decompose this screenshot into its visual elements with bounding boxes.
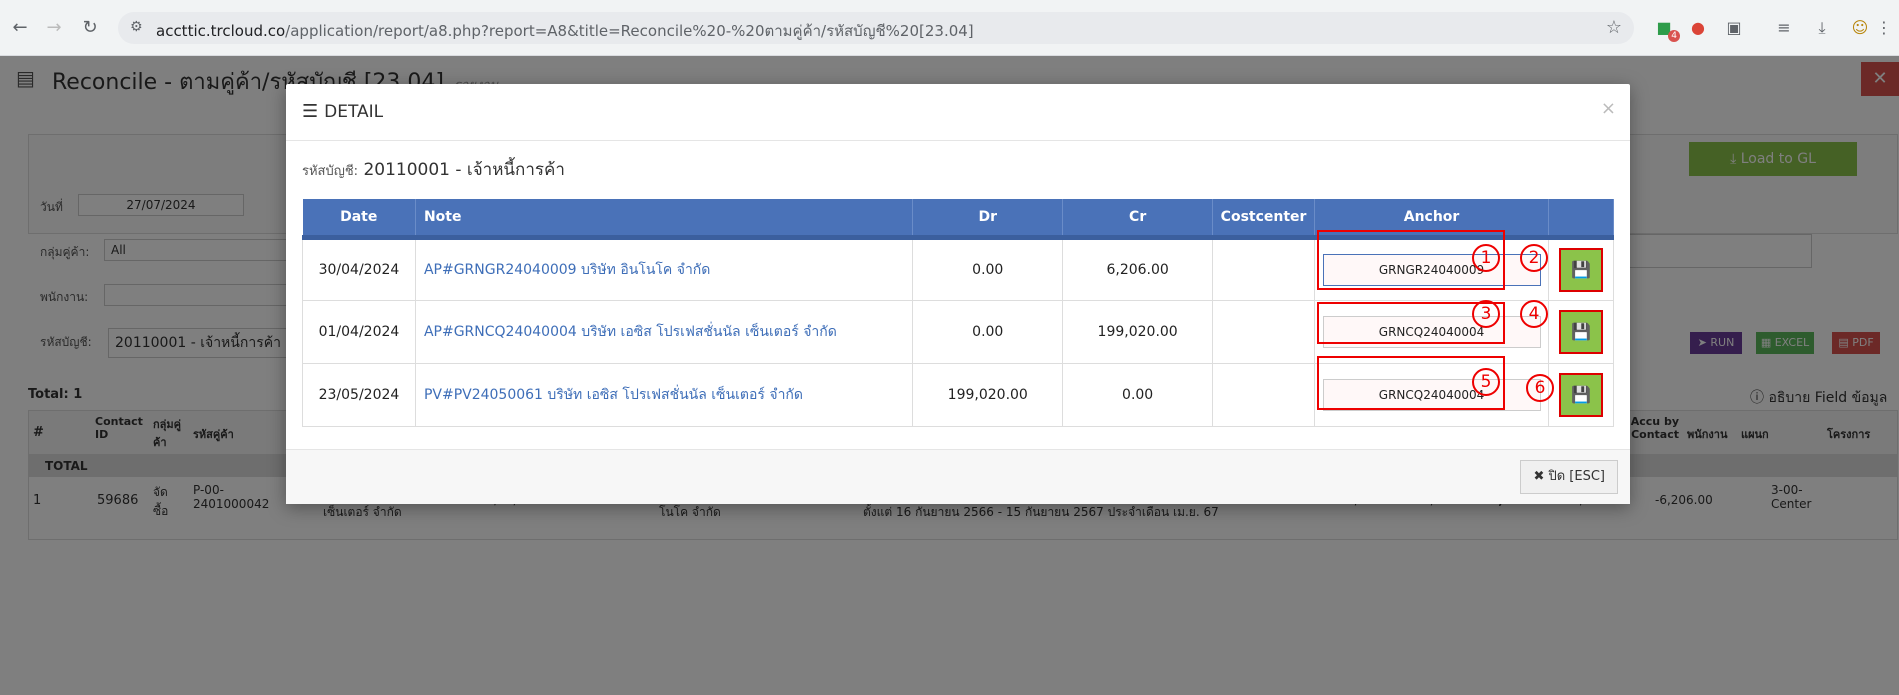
row-dr: 0.00 xyxy=(912,236,1064,301)
row-anchor-cell xyxy=(1314,299,1550,364)
floppy-save-icon: 💾 xyxy=(1571,321,1591,341)
modal-title: ☰ DETAIL xyxy=(302,101,383,122)
row-anchor-cell xyxy=(1314,362,1550,427)
row-costcenter xyxy=(1212,362,1316,427)
close-modal-label: ปิด [ESC] xyxy=(1548,469,1605,484)
profile-avatar-icon[interactable]: ☺ xyxy=(1848,16,1872,40)
url-text: accttic.trcloud.co/application/report/a8… xyxy=(156,19,974,43)
menu-kebab-icon[interactable]: ⋮ xyxy=(1872,16,1896,40)
floppy-save-icon: 💾 xyxy=(1571,259,1591,279)
extension-badge: 4 xyxy=(1668,30,1680,42)
forward-icon[interactable]: → xyxy=(42,16,66,40)
row-cr: 6,206.00 xyxy=(1062,236,1214,301)
col-anchor: Anchor xyxy=(1314,199,1550,240)
callout-6: 6 xyxy=(1526,374,1554,402)
callout-1: 1 xyxy=(1472,244,1500,272)
anchor-input[interactable] xyxy=(1322,378,1541,411)
account-line: รหัสบัญชี: 20110001 - เจ้าหนี้การค้า xyxy=(302,156,565,183)
modal-title-text: DETAIL xyxy=(324,102,384,122)
row-date: 23/05/2024 xyxy=(302,362,416,427)
detail-table-header: Date Note Dr Cr Costcenter Anchor xyxy=(302,199,1614,240)
row-cr: 199,020.00 xyxy=(1062,299,1214,364)
url-host: accttic.trcloud.co xyxy=(156,22,286,40)
callout-4: 4 xyxy=(1520,300,1548,328)
table-row: 01/04/2024 AP#GRNCQ24040004 บริษัท เอซิส… xyxy=(302,299,1614,364)
row-save-cell: 💾 xyxy=(1548,362,1614,427)
close-modal-button[interactable]: ✖ ปิด [ESC] xyxy=(1520,460,1618,494)
extension-icon[interactable]: ■ 4 xyxy=(1652,16,1680,42)
puzzle-extensions-icon[interactable]: ▣ xyxy=(1722,16,1746,40)
account-line-label: รหัสบัญชี: xyxy=(302,164,359,179)
browser-toolbar: ← → ↻ ⚙ accttic.trcloud.co/application/r… xyxy=(0,0,1899,56)
url-path: /application/report/a8.php?report=A8&tit… xyxy=(285,22,974,40)
row-cr: 0.00 xyxy=(1062,362,1214,427)
detail-modal: ☰ DETAIL × รหัสบัญชี: 20110001 - เจ้าหนี้… xyxy=(286,84,1630,504)
bookmark-star-icon[interactable]: ☆ xyxy=(1606,17,1622,38)
row-dr: 0.00 xyxy=(912,299,1064,364)
row-costcenter xyxy=(1212,299,1316,364)
anchor-input[interactable] xyxy=(1322,315,1541,348)
row-date: 01/04/2024 xyxy=(302,299,416,364)
back-icon[interactable]: ← xyxy=(8,16,32,40)
col-cr: Cr xyxy=(1062,199,1214,240)
reload-icon[interactable]: ↻ xyxy=(78,16,102,40)
close-icon[interactable]: × xyxy=(1601,98,1616,119)
row-save-cell: 💾 xyxy=(1548,299,1614,364)
save-button[interactable]: 💾 xyxy=(1559,247,1603,292)
save-button[interactable]: 💾 xyxy=(1559,309,1603,354)
col-dr: Dr xyxy=(912,199,1064,240)
row-date: 30/04/2024 xyxy=(302,236,416,301)
save-button[interactable]: 💾 xyxy=(1559,372,1603,417)
col-note: Note xyxy=(415,199,914,240)
callout-3: 3 xyxy=(1472,300,1500,328)
callout-5: 5 xyxy=(1472,368,1500,396)
account-line-value: 20110001 - เจ้าหนี้การค้า xyxy=(363,160,565,180)
download-icon[interactable]: ⤓ xyxy=(1810,16,1834,40)
address-bar[interactable]: ⚙ accttic.trcloud.co/application/report/… xyxy=(118,12,1634,44)
site-settings-icon[interactable]: ⚙ xyxy=(130,19,143,35)
table-row: 23/05/2024 PV#PV24050061 บริษัท เอซิส โป… xyxy=(302,362,1614,427)
row-note-link[interactable]: PV#PV24050061 บริษัท เอซิส โปรเฟสชั่นนัล… xyxy=(414,362,914,427)
close-x-icon: ✖ xyxy=(1533,469,1545,484)
chrome-color-icon[interactable]: ● xyxy=(1686,16,1710,40)
row-save-cell: 💾 xyxy=(1548,236,1614,301)
col-action xyxy=(1548,199,1614,240)
table-row: 30/04/2024 AP#GRNGR24040009 บริษัท อินโน… xyxy=(302,236,1614,301)
reading-list-icon[interactable]: ≡ xyxy=(1772,16,1796,40)
menu-bars-icon: ☰ xyxy=(302,101,319,122)
row-note-link[interactable]: AP#GRNCQ24040004 บริษัท เอซิส โปรเฟสชั่น… xyxy=(414,299,914,364)
callout-2: 2 xyxy=(1520,244,1548,272)
col-date: Date xyxy=(302,199,416,240)
row-costcenter xyxy=(1212,236,1316,301)
row-note-link[interactable]: AP#GRNGR24040009 บริษัท อินโนโค จำกัด xyxy=(414,236,914,301)
modal-header: ☰ DETAIL × xyxy=(286,84,1630,141)
row-anchor-cell xyxy=(1314,236,1550,301)
col-costcenter: Costcenter xyxy=(1212,199,1316,240)
anchor-input[interactable] xyxy=(1322,253,1541,286)
row-dr: 199,020.00 xyxy=(912,362,1064,427)
detail-table: Date Note Dr Cr Costcenter Anchor 30/04/… xyxy=(302,199,1614,427)
floppy-save-icon: 💾 xyxy=(1571,384,1591,404)
modal-footer: ✖ ปิด [ESC] xyxy=(286,449,1630,504)
